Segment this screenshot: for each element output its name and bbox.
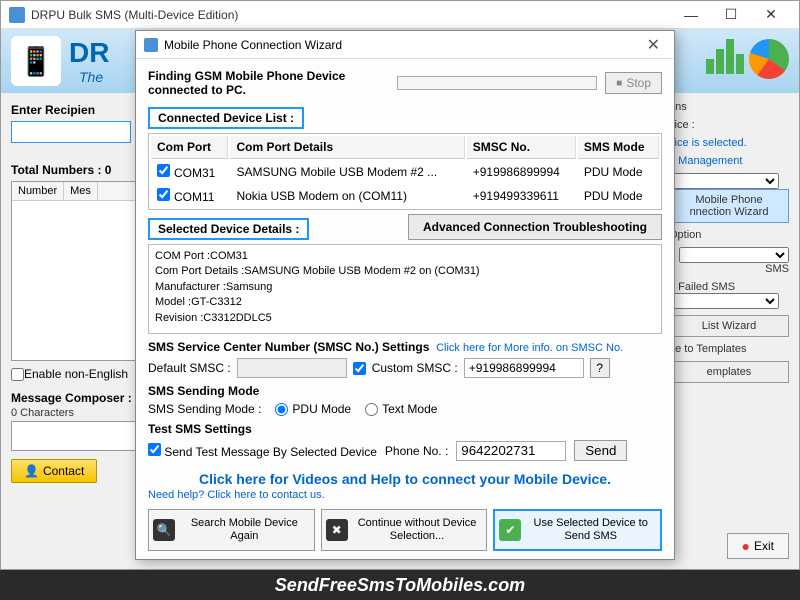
- search-icon: 🔍: [153, 519, 175, 541]
- close-button[interactable]: ✕: [751, 1, 791, 29]
- contact-button[interactable]: Contact: [11, 459, 97, 483]
- finding-label: Finding GSM Mobile Phone Device connecte…: [148, 69, 389, 97]
- connection-wizard-dialog: Mobile Phone Connection Wizard ✕ Finding…: [135, 30, 675, 560]
- right-panel: ons vice : vice is selected. a Managemen…: [669, 101, 789, 389]
- composer-textarea[interactable]: [11, 421, 151, 451]
- skip-icon: ✖: [326, 519, 348, 541]
- send-test-check[interactable]: Send Test Message By Selected Device: [148, 443, 377, 459]
- management-select[interactable]: [669, 173, 779, 189]
- phone-input[interactable]: [456, 441, 566, 461]
- recipient-label: Enter Recipien: [11, 103, 95, 117]
- progress-bar: [397, 76, 597, 90]
- main-title: DRPU Bulk SMS (Multi-Device Edition): [31, 8, 671, 22]
- data-mgmt-link[interactable]: a Management: [669, 155, 789, 167]
- smsc-help-button[interactable]: ?: [590, 358, 610, 378]
- wizard-close-button[interactable]: ✕: [641, 35, 666, 55]
- app-icon: [9, 7, 25, 23]
- help-contact-link[interactable]: Need help? Click here to contact us.: [148, 489, 662, 501]
- logo-text: DR: [69, 37, 109, 68]
- selected-details-header: Selected Device Details :: [148, 218, 309, 240]
- phone-icon: [11, 36, 61, 86]
- connected-list-header: Connected Device List :: [148, 107, 304, 129]
- maximize-button[interactable]: ☐: [711, 1, 751, 29]
- send-button[interactable]: Send: [574, 440, 627, 461]
- templates-button[interactable]: emplates: [669, 361, 789, 383]
- smsc-group-label: SMS Service Center Number (SMSC No.) Set…: [148, 340, 429, 354]
- table-row[interactable]: COM11 Nokia USB Modem on (COM11) +919499…: [151, 185, 659, 207]
- custom-smsc-check[interactable]: [353, 362, 366, 375]
- pie-icon: [749, 39, 789, 79]
- stop-button[interactable]: Stop: [605, 72, 662, 94]
- details-textarea[interactable]: COM Port :COM31Com Port Details :SAMSUNG…: [148, 244, 662, 334]
- connection-wizard-button[interactable]: Mobile Phone nnection Wizard: [669, 189, 789, 223]
- wizard-titlebar: Mobile Phone Connection Wizard ✕: [136, 31, 674, 59]
- exit-button[interactable]: Exit: [727, 533, 789, 559]
- text-mode-radio[interactable]: Text Mode: [365, 402, 437, 416]
- custom-smsc-input[interactable]: [464, 358, 584, 378]
- minimize-button[interactable]: —: [671, 1, 711, 29]
- device-checkbox[interactable]: [157, 164, 170, 177]
- default-smsc-input: [237, 358, 347, 378]
- numbers-grid[interactable]: NumberMes: [11, 181, 151, 361]
- main-titlebar: DRPU Bulk SMS (Multi-Device Edition) — ☐…: [1, 1, 799, 29]
- banner-charts: [705, 39, 789, 79]
- wizard-title: Mobile Phone Connection Wizard: [164, 38, 641, 52]
- tagline: The: [79, 69, 109, 85]
- sms-select[interactable]: [679, 247, 789, 263]
- pdu-mode-radio[interactable]: PDU Mode: [275, 402, 351, 416]
- device-checkbox[interactable]: [157, 188, 170, 201]
- help-videos-link[interactable]: Click here for Videos and Help to connec…: [148, 471, 662, 487]
- continue-without-button[interactable]: ✖Continue without Device Selection...: [321, 509, 488, 551]
- wizard-icon: [144, 38, 158, 52]
- failed-select[interactable]: [669, 293, 779, 309]
- watermark: SendFreeSmsToMobiles.com: [0, 570, 800, 600]
- table-row[interactable]: COM31 SAMSUNG Mobile USB Modem #2 ... +9…: [151, 161, 659, 183]
- search-again-button[interactable]: 🔍Search Mobile Device Again: [148, 509, 315, 551]
- advanced-troubleshooting-button[interactable]: Advanced Connection Troubleshooting: [408, 214, 662, 240]
- smsc-info-link[interactable]: Click here for More info. on SMSC No.: [436, 342, 623, 354]
- use-selected-button[interactable]: ✔Use Selected Device to Send SMS: [493, 509, 662, 551]
- check-icon: ✔: [499, 519, 521, 541]
- device-table: Com Port Com Port Details SMSC No. SMS M…: [148, 133, 662, 210]
- list-wizard-button[interactable]: List Wizard: [669, 315, 789, 337]
- composer-chars: 0 Characters: [11, 407, 74, 419]
- recipient-input[interactable]: [11, 121, 131, 143]
